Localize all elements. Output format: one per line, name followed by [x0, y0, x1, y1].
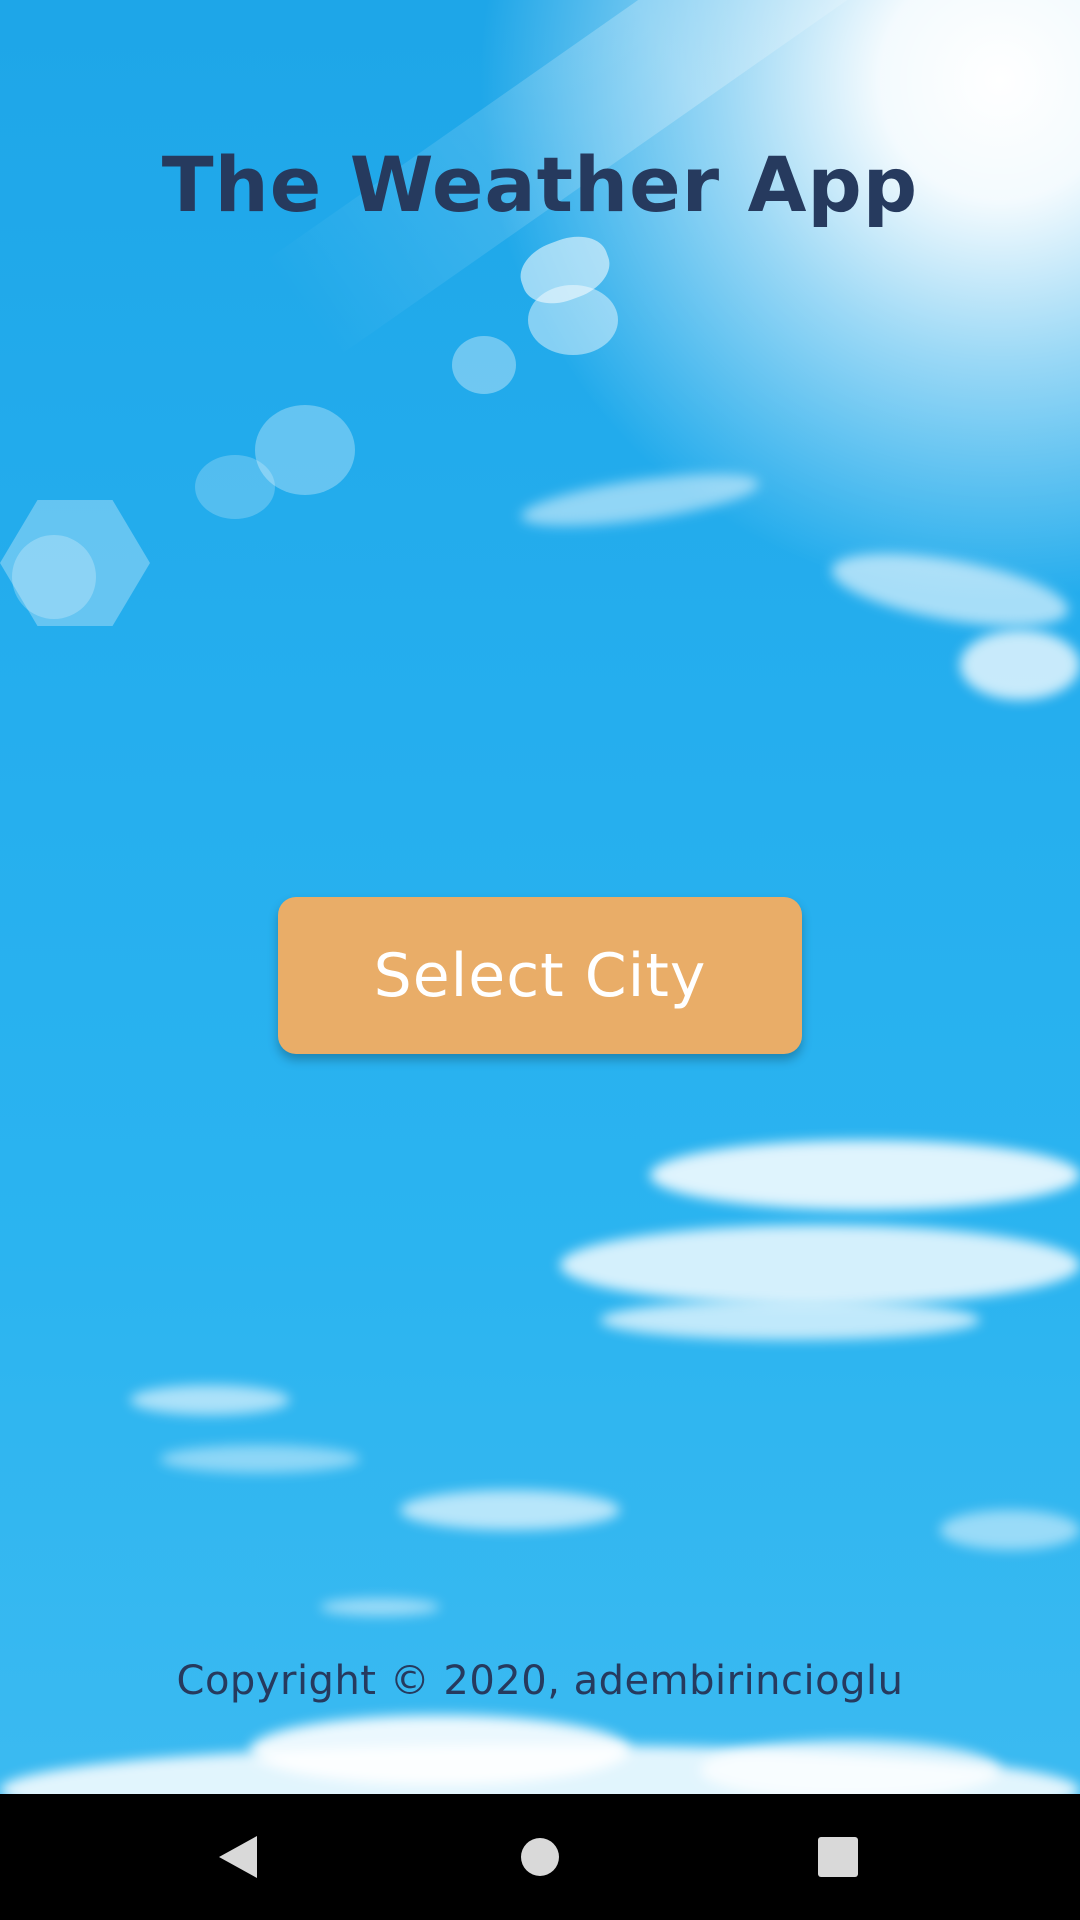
- screen: The Weather App Select City Copyright © …: [0, 0, 1080, 1920]
- home-button[interactable]: [440, 1794, 640, 1920]
- recents-square-icon: [818, 1837, 858, 1877]
- cloud: [600, 1300, 980, 1340]
- cloud: [518, 463, 762, 537]
- lens-flare: [452, 336, 516, 394]
- cloud: [160, 1445, 360, 1473]
- cloud: [400, 1490, 620, 1530]
- select-city-button[interactable]: Select City: [278, 897, 802, 1054]
- cloud: [826, 539, 1074, 641]
- lens-flare: [195, 455, 275, 519]
- recents-button[interactable]: [738, 1794, 938, 1920]
- system-navigation-bar: [0, 1794, 1080, 1920]
- back-button[interactable]: [138, 1794, 338, 1920]
- cloud: [960, 630, 1080, 700]
- back-triangle-icon: [219, 1836, 257, 1878]
- lens-flare: [12, 535, 96, 619]
- home-circle-icon: [521, 1838, 559, 1876]
- cloud: [130, 1385, 290, 1415]
- copyright-text: Copyright © 2020, adembirincioglu: [176, 1658, 904, 1704]
- cloud: [940, 1510, 1080, 1550]
- app-title: The Weather App: [161, 140, 919, 229]
- cloud: [650, 1140, 1080, 1210]
- lens-flare: [528, 285, 618, 355]
- cloud: [560, 1225, 1080, 1305]
- cloud: [320, 1598, 440, 1616]
